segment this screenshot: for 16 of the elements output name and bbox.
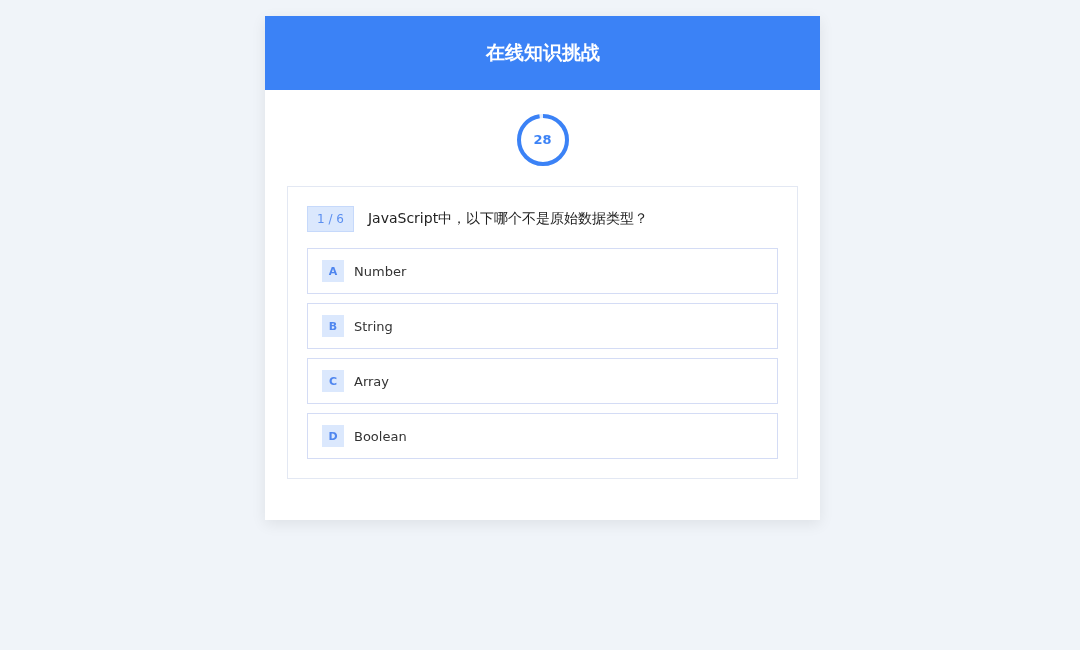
question-counter: 1 / 6 <box>307 206 354 232</box>
option-letter: D <box>322 425 344 447</box>
option-text: Boolean <box>354 428 407 444</box>
option-letter: B <box>322 315 344 337</box>
question-text: JavaScript中，以下哪个不是原始数据类型？ <box>367 210 649 228</box>
option-text: Array <box>354 373 389 389</box>
answer-option[interactable]: B String <box>307 303 778 349</box>
option-letter: C <box>322 370 344 392</box>
timer-seconds: 28 <box>532 131 553 149</box>
answer-option[interactable]: C Array <box>307 358 778 404</box>
answer-option[interactable]: A Number <box>307 248 778 294</box>
quiz-title: 在线知识挑战 <box>485 40 600 65</box>
answer-option[interactable]: D Boolean <box>307 413 778 459</box>
option-text: String <box>354 318 393 334</box>
option-text: Number <box>354 263 407 279</box>
option-letter: A <box>322 260 344 282</box>
